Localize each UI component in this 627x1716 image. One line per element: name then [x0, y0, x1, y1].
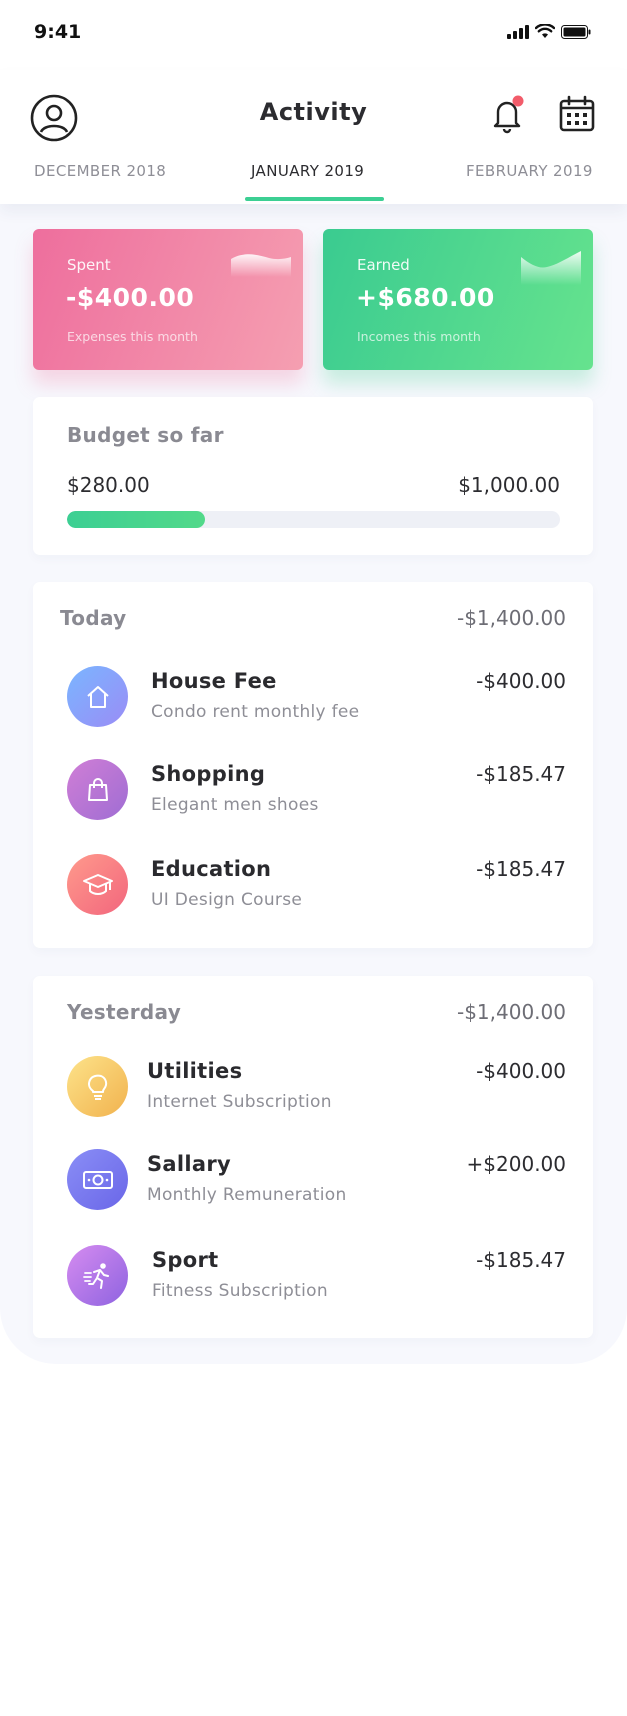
wifi-icon [535, 24, 555, 38]
earned-label: Earned [357, 256, 410, 274]
transaction-sport[interactable]: Sport Fitness Subscription -$185.47 [33, 1245, 593, 1315]
budget-progress-bar [67, 511, 560, 528]
notifications-button[interactable] [490, 94, 526, 134]
earned-caption: Incomes this month [357, 329, 481, 344]
section-total-today: -$1,400.00 [456, 606, 566, 630]
transaction-title: Education [151, 857, 272, 881]
tab-february-2019[interactable]: FEBRUARY 2019 [466, 162, 593, 180]
house-icon [67, 666, 128, 727]
transaction-subtitle: Internet Subscription [147, 1092, 332, 1112]
today-section: Today -$1,400.00 House Fee Condo rent mo… [33, 582, 593, 948]
transaction-education[interactable]: Education UI Design Course -$185.47 [33, 854, 593, 924]
tab-december-2018[interactable]: DECEMBER 2018 [34, 162, 166, 180]
budget-progress-fill [67, 511, 206, 528]
transaction-amount: -$185.47 [476, 1248, 566, 1272]
transaction-amount: -$185.47 [476, 762, 566, 786]
spent-card[interactable]: Spent -$400.00 Expenses this month [33, 229, 303, 370]
transaction-title: Sport [152, 1248, 219, 1272]
bell-icon [493, 95, 524, 134]
spent-amount: -$400.00 [66, 283, 195, 312]
running-person-icon [67, 1245, 128, 1306]
transaction-amount: -$185.47 [476, 857, 566, 881]
transaction-subtitle: Condo rent monthly fee [151, 702, 360, 722]
transaction-amount: -$400.00 [476, 1059, 566, 1083]
battery-icon [561, 24, 591, 39]
status-time: 9:41 [34, 21, 82, 43]
earned-amount: +$680.00 [356, 283, 495, 312]
budget-spent-value: $280.00 [67, 473, 150, 497]
yesterday-section: Yesterday -$1,400.00 Utilities Internet … [33, 976, 593, 1338]
page-title: Activity [259, 98, 368, 126]
transaction-amount: -$400.00 [476, 669, 566, 693]
transaction-subtitle: UI Design Course [151, 890, 303, 910]
transaction-amount: +$200.00 [466, 1152, 566, 1176]
active-tab-indicator [245, 197, 384, 201]
transaction-title: Utilities [147, 1059, 243, 1083]
transaction-subtitle: Elegant men shoes [151, 795, 319, 815]
transaction-title: Shopping [151, 762, 266, 786]
section-title-yesterday: Yesterday [67, 1000, 182, 1024]
calendar-button[interactable] [558, 94, 596, 134]
transaction-title: House Fee [151, 669, 277, 693]
transaction-shopping[interactable]: Shopping Elegant men shoes -$185.47 [33, 759, 593, 829]
section-total-yesterday: -$1,400.00 [456, 1000, 566, 1024]
money-bill-icon [67, 1149, 128, 1210]
transaction-subtitle: Monthly Remuneration [147, 1185, 347, 1205]
graduation-cap-icon [67, 854, 128, 915]
transaction-subtitle: Fitness Subscription [152, 1281, 328, 1301]
budget-title: Budget so far [67, 423, 224, 447]
signal-icon [507, 24, 529, 39]
shopping-bag-icon [67, 759, 128, 820]
calendar-icon [559, 95, 595, 132]
header: Activity DECEMBER 2018 JANUARY 2019 FEBR… [0, 70, 627, 204]
transaction-title: Sallary [147, 1152, 232, 1176]
transaction-utilities[interactable]: Utilities Internet Subscription -$400.00 [33, 1056, 593, 1126]
lightbulb-icon [67, 1056, 128, 1117]
status-icons [507, 24, 591, 39]
budget-card: Budget so far $280.00 $1,000.00 [33, 397, 593, 555]
earned-trend-wave [521, 251, 581, 285]
transaction-house-fee[interactable]: House Fee Condo rent monthly fee -$400.0… [33, 666, 593, 736]
spent-label: Spent [67, 256, 111, 274]
transaction-sallary[interactable]: Sallary Monthly Remuneration +$200.00 [33, 1149, 593, 1219]
tab-january-2019[interactable]: JANUARY 2019 [251, 162, 364, 180]
status-bar: 9:41 [0, 0, 627, 70]
notification-dot [512, 95, 524, 107]
spent-trend-wave [231, 254, 291, 277]
earned-card[interactable]: Earned +$680.00 Incomes this month [323, 229, 593, 370]
budget-total-value: $1,000.00 [458, 473, 560, 497]
spent-caption: Expenses this month [67, 329, 198, 344]
section-title-today: Today [60, 606, 127, 630]
